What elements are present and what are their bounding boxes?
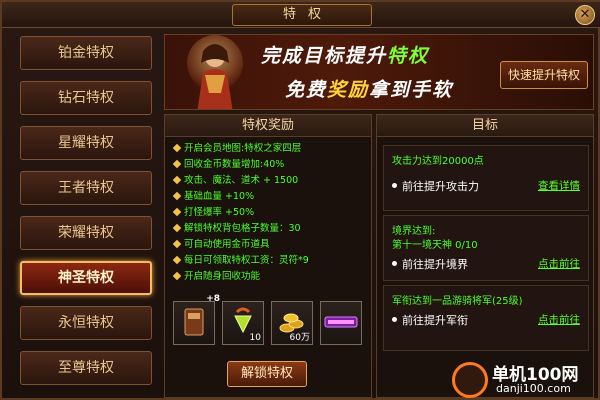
goal-card-rank: 军衔达到一品游骑将军(25级) 前往提升军衔 点击前往 <box>383 285 589 351</box>
reward-item-slot[interactable]: +8 <box>173 294 220 345</box>
perk-item: 回收金币数量增加:40% <box>173 157 369 172</box>
slogan-2-highlight: 奖励 <box>327 79 370 101</box>
perk-item: 开启会员地图:特权之家四层 <box>173 141 369 156</box>
perk-item: 打怪爆率 +50% <box>173 205 369 220</box>
perk-item: 解锁特权背包格子数量：30 <box>173 221 369 236</box>
reward-item-slot[interactable] <box>320 301 362 345</box>
promo-banner: 完成目标提升特权 免费奖励拿到手软 快速提升特权 <box>164 34 594 110</box>
reward-items-row: +8 10 60万 <box>171 294 369 359</box>
perk-item: 攻击、魔法、道术 + 1500 <box>173 173 369 188</box>
close-icon: ✕ <box>579 7 591 22</box>
goal-requirement: 攻击力达到20000点 <box>392 156 484 167</box>
sidebar-item-divine[interactable]: 神圣特权 <box>20 261 152 295</box>
watermark-url: danji100.com <box>496 382 571 395</box>
sidebar-item-king[interactable]: 王者特权 <box>20 171 152 205</box>
reward-item-slot[interactable]: 60万 <box>271 301 313 345</box>
window-title: 特权 <box>232 4 372 26</box>
privilege-tier-sidebar: 铂金特权 钻石特权 星耀特权 王者特权 荣耀特权 神圣特权 永恒特权 至尊特权 <box>10 32 160 398</box>
goal-description: 前往提升军衔 <box>392 312 468 328</box>
slogan-2-text-a: 免费 <box>285 79 328 101</box>
item-count: 60万 <box>289 333 310 343</box>
unlock-privilege-button[interactable]: 解锁特权 <box>227 361 307 387</box>
sidebar-item-platinum[interactable]: 铂金特权 <box>20 36 152 70</box>
perk-item: 基础血量 +10% <box>173 189 369 204</box>
title-bar: 特权 ✕ <box>2 2 600 28</box>
banner-slogan-1: 完成目标提升特权 <box>261 41 429 68</box>
vip-card-icon <box>324 316 358 328</box>
perk-item: 每日可领取特权工资：灵符*9 <box>173 253 369 268</box>
slogan-1-text: 完成目标提升 <box>261 45 388 67</box>
goal-card-realm: 境界达到: 第十一境天神 0/10 前往提升境界 点击前往 <box>383 215 589 281</box>
go-to-link[interactable]: 点击前往 <box>538 312 580 327</box>
perk-list: 开启会员地图:特权之家四层 回收金币数量增加:40% 攻击、魔法、道术 + 15… <box>173 141 369 299</box>
perk-item: 可自动使用金币道具 <box>173 237 369 252</box>
view-details-link[interactable]: 查看详情 <box>538 178 580 193</box>
rewards-heading: 特权奖励 <box>165 115 371 137</box>
goals-heading: 目标 <box>377 115 593 137</box>
goal-description: 前往提升攻击力 <box>392 178 479 194</box>
goal-description: 前往提升境界 <box>392 256 468 272</box>
goal-card-attack: 攻击力达到20000点 前往提升攻击力 查看详情 <box>383 145 589 211</box>
privilege-rewards-panel: 特权奖励 开启会员地图:特权之家四层 回收金币数量增加:40% 攻击、魔法、道术… <box>164 114 372 398</box>
goals-panel: 目标 攻击力达到20000点 前往提升攻击力 查看详情 境界达到: 第十一境天神… <box>376 114 594 398</box>
privilege-window: 特权 ✕ 铂金特权 钻石特权 星耀特权 王者特权 荣耀特权 神圣特权 永恒特权 … <box>0 0 600 400</box>
goal-progress: 第十一境天神 0/10 <box>392 240 478 251</box>
site-watermark: 单机100网 danji100.com <box>452 358 600 400</box>
go-to-link[interactable]: 点击前往 <box>538 256 580 271</box>
slogan-2-text-c: 拿到手软 <box>369 79 454 101</box>
quick-upgrade-button[interactable]: 快速提升特权 <box>500 61 588 89</box>
sidebar-item-diamond[interactable]: 钻石特权 <box>20 81 152 115</box>
sidebar-item-eternal[interactable]: 永恒特权 <box>20 306 152 340</box>
goal-requirement: 军衔达到一品游骑将军(25级) <box>392 296 523 307</box>
slogan-1-highlight: 特权 <box>387 45 430 67</box>
banner-slogan-2: 免费奖励拿到手软 <box>285 75 453 102</box>
sidebar-item-star[interactable]: 星耀特权 <box>20 126 152 160</box>
close-button[interactable]: ✕ <box>575 5 595 25</box>
perk-item: 开启随身回收功能 <box>173 269 369 284</box>
reward-item-slot[interactable]: 10 <box>222 301 264 345</box>
hero-portrait-icon <box>187 35 243 109</box>
item-count: 10 <box>249 333 261 343</box>
book-icon <box>184 308 204 336</box>
sidebar-item-supreme[interactable]: 至尊特权 <box>20 351 152 385</box>
goal-requirement: 境界达到: <box>392 226 436 237</box>
item-badge: +8 <box>206 294 220 304</box>
watermark-logo-icon <box>452 362 488 398</box>
sidebar-item-glory[interactable]: 荣耀特权 <box>20 216 152 250</box>
